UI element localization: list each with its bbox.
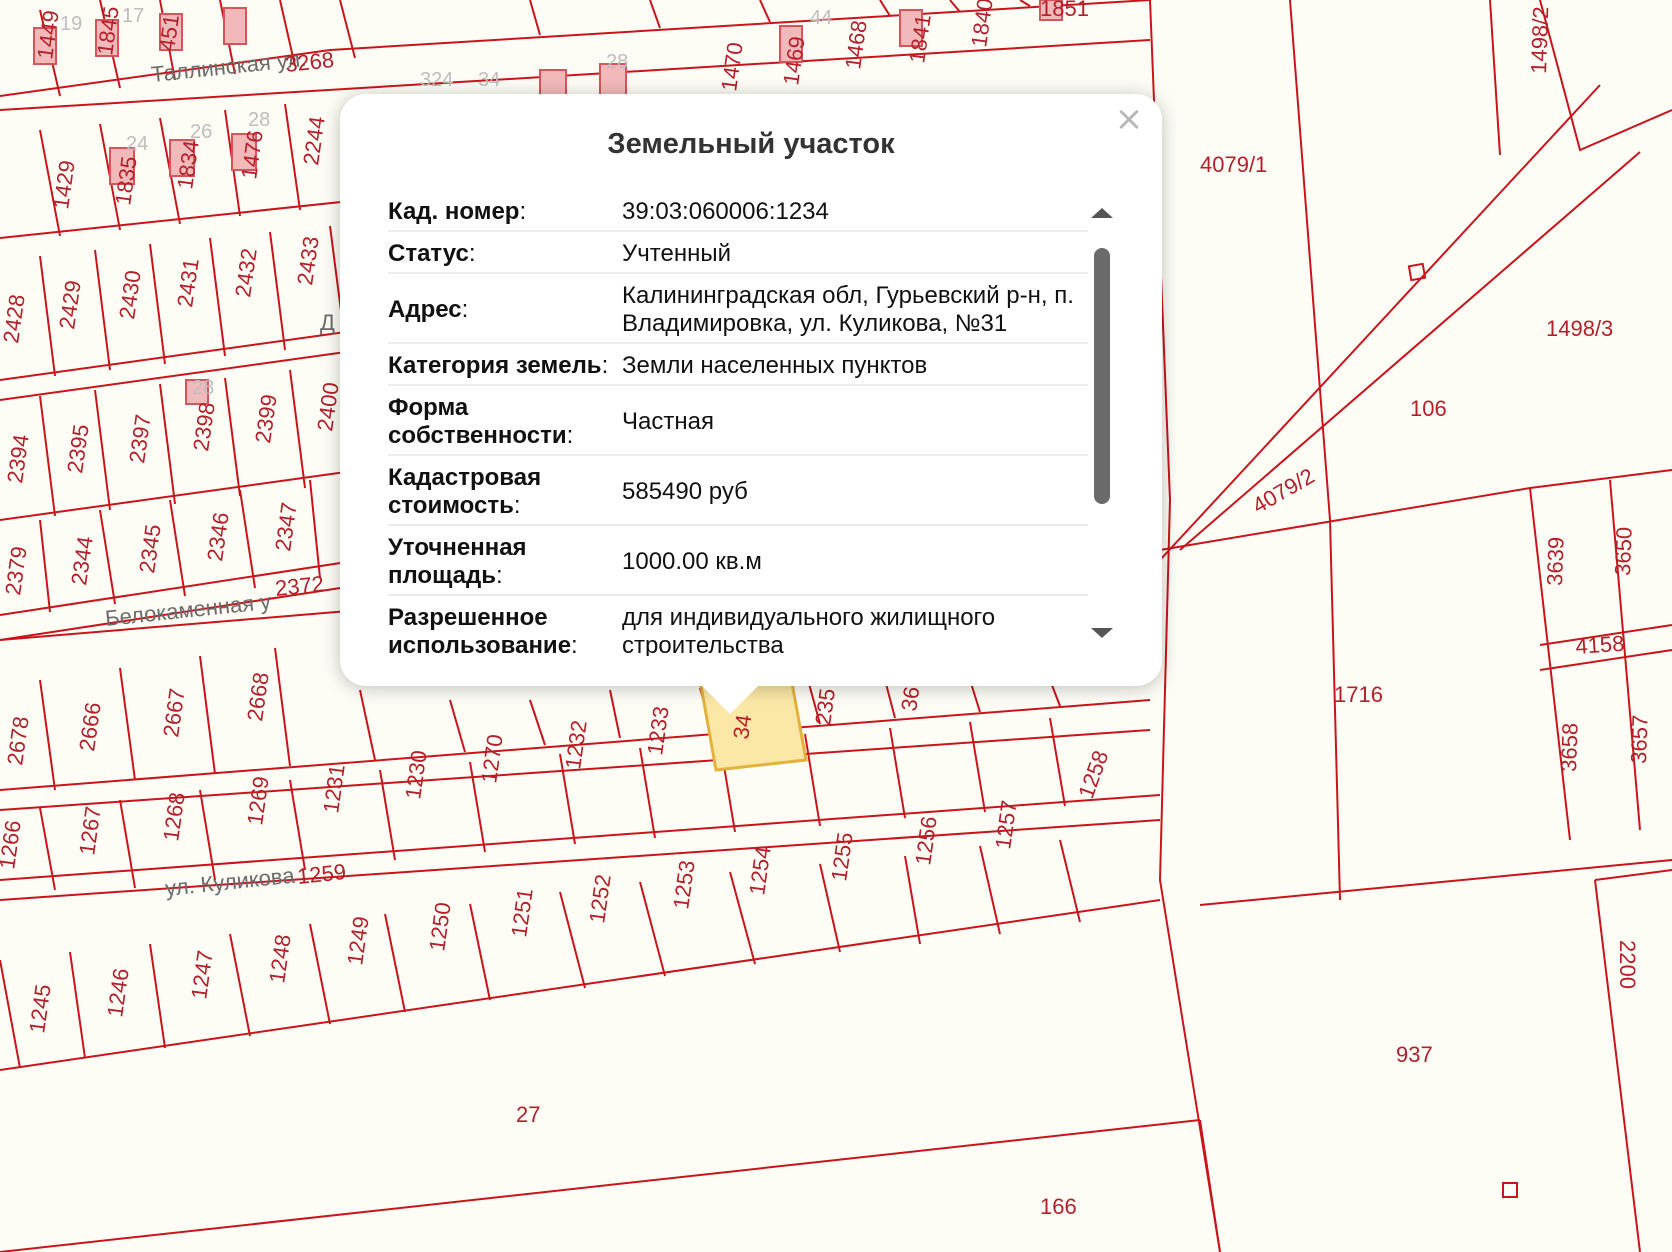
scroll-up-arrow-icon[interactable]	[1091, 208, 1113, 218]
attribute-key: Адрес:	[388, 278, 610, 344]
attribute-key: Уточненная площадь:	[388, 530, 610, 596]
svg-text:19: 19	[60, 13, 82, 35]
svg-text:3658: 3658	[1556, 722, 1583, 772]
svg-text:27: 27	[516, 1102, 540, 1127]
svg-text:1851: 1851	[1040, 0, 1089, 21]
popup-scrollbar[interactable]	[1088, 190, 1118, 638]
svg-text:28: 28	[248, 109, 270, 131]
attribute-row: Кад. номер: 39:03:060006:1234	[388, 194, 1088, 232]
attribute-value: Частная	[610, 390, 1088, 456]
svg-text:17: 17	[122, 5, 144, 27]
attribute-key: Форма собственности:	[388, 390, 610, 456]
scrollbar-thumb[interactable]	[1094, 248, 1110, 504]
attribute-key: Категория земель:	[388, 348, 610, 386]
svg-text:28: 28	[606, 51, 628, 73]
attribute-row: Уточненная площадь: 1000.00 кв.м	[388, 530, 1088, 596]
scroll-down-arrow-icon[interactable]	[1091, 628, 1113, 638]
svg-text:34: 34	[478, 69, 500, 91]
svg-text:26: 26	[190, 121, 212, 143]
attribute-row: Категория земель: Земли населенных пункт…	[388, 348, 1088, 386]
attribute-row: Разрешенное использование: для индивидуа…	[388, 600, 1088, 656]
svg-text:106: 106	[1410, 396, 1447, 421]
svg-text:1498/3: 1498/3	[1546, 316, 1613, 341]
attribute-value: 1000.00 кв.м	[610, 530, 1088, 596]
attribute-key: Кад. номер:	[388, 194, 610, 232]
attribute-value: Учтенный	[610, 236, 1088, 274]
attribute-key: Кадастровая стоимость:	[388, 460, 610, 526]
svg-text:28: 28	[192, 377, 214, 399]
parcel-attributes[interactable]: Кад. номер: 39:03:060006:1234 Статус: Уч…	[388, 190, 1088, 656]
svg-text:1498/2: 1498/2	[1526, 6, 1553, 74]
attribute-value: Калининградская обл, Гурьевский р-н, п. …	[610, 278, 1088, 344]
svg-text:44: 44	[810, 7, 832, 29]
attribute-value: Земли населенных пунктов	[610, 348, 1088, 386]
attribute-row: Адрес: Калининградская обл, Гурьевский р…	[388, 278, 1088, 344]
svg-text:451: 451	[154, 13, 184, 53]
svg-text:1259: 1259	[296, 859, 347, 889]
svg-text:1716: 1716	[1334, 682, 1383, 707]
attributes-table: Кад. номер: 39:03:060006:1234 Статус: Уч…	[388, 190, 1088, 656]
attribute-row: Кадастровая стоимость: 585490 руб	[388, 460, 1088, 526]
svg-text:34: 34	[728, 713, 756, 741]
svg-text:2372: 2372	[274, 571, 325, 601]
parcel-info-popup: × Земельный участок Кад. номер: 39:03:06…	[340, 94, 1162, 714]
popup-pointer	[700, 684, 760, 714]
attribute-value: 585490 руб	[610, 460, 1088, 526]
attribute-value: для индивидуального жилищного строительс…	[610, 600, 1088, 656]
svg-text:24: 24	[126, 133, 148, 155]
svg-text:36: 36	[896, 685, 924, 713]
attribute-key: Статус:	[388, 236, 610, 274]
svg-text:4079/1: 4079/1	[1200, 152, 1267, 177]
svg-text:2200: 2200	[1615, 940, 1640, 989]
svg-text:3657: 3657	[1626, 714, 1653, 764]
attribute-row: Форма собственности: Частная	[388, 390, 1088, 456]
svg-text:4158: 4158	[1575, 631, 1626, 659]
svg-text:937: 937	[1396, 1042, 1433, 1067]
svg-text:324: 324	[420, 69, 453, 91]
attribute-row: Статус: Учтенный	[388, 236, 1088, 274]
popup-title: Земельный участок	[607, 128, 895, 160]
svg-text:3268: 3268	[284, 47, 335, 77]
svg-text:3639: 3639	[1542, 536, 1569, 586]
svg-text:235: 235	[810, 687, 840, 727]
street-label: Д	[320, 310, 335, 335]
attribute-value: 39:03:060006:1234	[610, 194, 1088, 232]
svg-text:3650: 3650	[1610, 526, 1637, 576]
attribute-key: Разрешенное использование:	[388, 600, 610, 656]
svg-text:166: 166	[1040, 1194, 1077, 1219]
